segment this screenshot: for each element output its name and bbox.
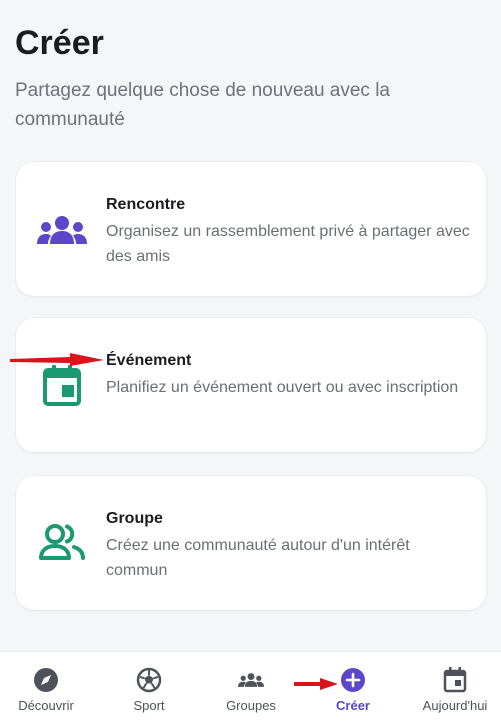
nav-item-aujourdhui[interactable]: Aujourd'hui: [405, 652, 501, 722]
nav-item-sport[interactable]: Sport: [99, 652, 199, 722]
groups-icon: [238, 667, 264, 693]
people-group-icon: [36, 204, 88, 256]
calendar-today-icon: [442, 667, 468, 693]
plus-circle-icon: [340, 667, 366, 693]
bottom-nav: Découvrir Sport Groupes Créer Aujourd'hu…: [0, 651, 501, 722]
create-groupe-card[interactable]: Groupe Créez une communauté autour d'un …: [16, 476, 486, 610]
nav-label: Créer: [336, 698, 370, 713]
annotation-arrow: [10, 353, 104, 366]
nav-item-decouvrir[interactable]: Découvrir: [0, 652, 96, 722]
card-description: Créez une communauté autour d'un intérêt…: [106, 537, 410, 579]
nav-label: Groupes: [226, 698, 276, 713]
page-subtitle: Partagez quelque chose de nouveau avec l…: [15, 80, 390, 130]
nav-item-groupes[interactable]: Groupes: [201, 652, 301, 722]
soccer-ball-icon: [136, 667, 162, 693]
people-outline-icon: [36, 516, 88, 568]
create-rencontre-card[interactable]: Rencontre Organisez un rassemblement pri…: [16, 162, 486, 296]
page-title: Créer: [15, 24, 104, 62]
page-header: Créer Partagez quelque chose de nouveau …: [15, 22, 486, 134]
card-description: Planifiez un événement ouvert ou avec in…: [106, 379, 459, 396]
card-description: Organisez un rassemblement privé à parta…: [106, 223, 470, 265]
create-evenement-card[interactable]: Événement Planifiez un événement ouvert …: [16, 318, 486, 452]
nav-label: Découvrir: [18, 698, 74, 713]
card-title: Groupe: [106, 510, 163, 527]
compass-icon: [33, 667, 59, 693]
nav-label: Aujourd'hui: [422, 698, 488, 713]
card-title: Événement: [106, 352, 192, 369]
annotation-arrow: [294, 678, 338, 690]
nav-label: Sport: [133, 698, 165, 713]
card-title: Rencontre: [106, 196, 186, 213]
